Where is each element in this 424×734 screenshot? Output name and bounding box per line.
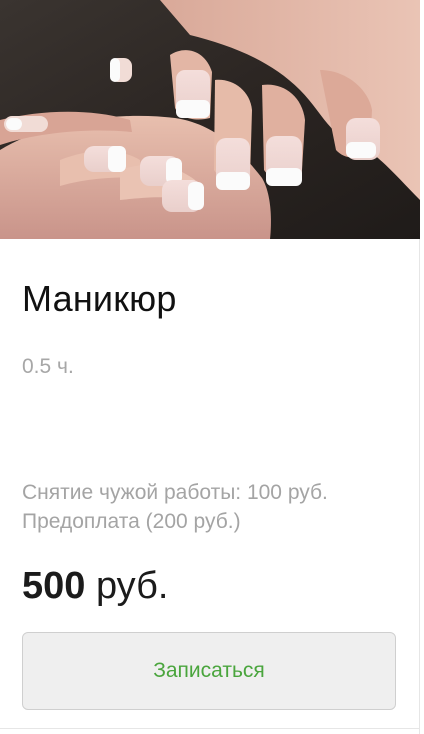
service-price: 500 руб. (22, 562, 168, 610)
service-notes: Снятие чужой работы: 100 руб. Предоплата… (22, 478, 328, 536)
service-title: Маникюр (22, 278, 177, 319)
service-note-prepayment: Предоплата (200 руб.) (22, 510, 241, 533)
price-amount: 500 (22, 565, 86, 607)
card-divider (0, 728, 420, 729)
price-currency: руб. (95, 565, 169, 607)
book-button[interactable]: Записаться (22, 632, 396, 710)
service-photo (0, 0, 420, 239)
service-note-removal: Снятие чужой работы: 100 руб. (22, 481, 328, 504)
service-card: Маникюр 0.5 ч. Снятие чужой работы: 100 … (0, 0, 420, 734)
service-duration: 0.5 ч. (22, 355, 74, 378)
